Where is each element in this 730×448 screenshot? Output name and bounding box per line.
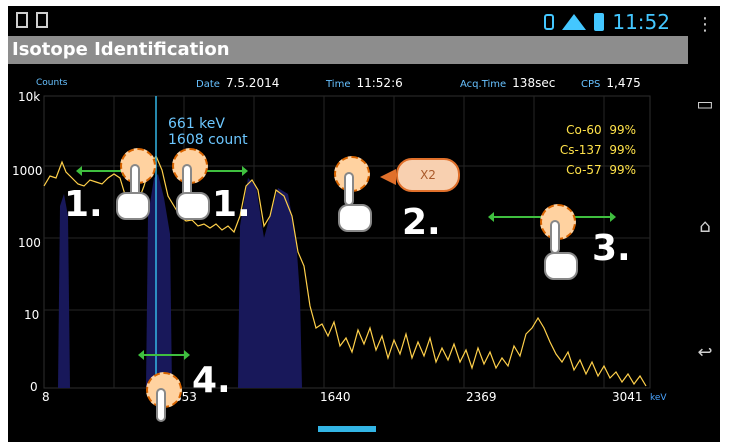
- recent-apps-icon[interactable]: ▭: [694, 94, 716, 116]
- bluetooth-icon: [544, 14, 555, 30]
- hand-icon-2: [338, 204, 372, 232]
- battery-icon: [594, 13, 605, 31]
- finger-icon-2: [344, 172, 354, 206]
- overflow-menu-icon[interactable]: ⋮: [694, 14, 716, 36]
- peak-energy-label: 661 keV: [168, 116, 225, 132]
- finger-icon-3: [550, 220, 560, 254]
- status-bar: 11:52: [8, 6, 688, 36]
- hand-icon-1b: [176, 192, 210, 220]
- x-tick-3041: 3041: [612, 390, 643, 404]
- wifi-icon: [562, 14, 587, 30]
- gesture-label-4: 4.: [192, 360, 231, 401]
- gesture-label-1a: 1.: [64, 184, 103, 225]
- gallery-icon: [36, 12, 48, 28]
- identified-item-co57: Co-57 99%: [566, 163, 636, 177]
- back-icon[interactable]: ↩: [694, 342, 716, 364]
- title-bar: Isotope Identification: [8, 36, 688, 64]
- scroll-indicator[interactable]: [318, 426, 376, 432]
- gesture-label-2: 2.: [402, 202, 441, 243]
- hand-icon-1a: [116, 192, 150, 220]
- home-icon[interactable]: ⌂: [694, 216, 716, 238]
- gesture-label-1b: 1.: [212, 184, 251, 225]
- swipe-left-arrow-1: [76, 166, 128, 176]
- peak-count-label: 1608 count: [168, 132, 248, 148]
- finger-icon-4: [156, 388, 166, 422]
- status-time: 11:52: [612, 10, 670, 34]
- status-left-icons: [16, 12, 48, 28]
- identified-item-cs137: Cs-137 99%: [559, 143, 636, 157]
- swipe-right-arrow-1: [198, 166, 248, 176]
- double-tap-bubble-tail: [380, 169, 396, 185]
- hand-icon-3: [544, 252, 578, 280]
- download-icon: [16, 12, 28, 28]
- identified-item-co60: Co-60 99%: [566, 123, 636, 137]
- nav-bar: ⋮ ▭ ⌂ ↩: [688, 6, 720, 442]
- x-tick-1640: 1640: [320, 390, 351, 404]
- x-axis-unit: keV: [650, 393, 667, 403]
- spectrum-chart[interactable]: Counts Date 7.5.2014 Time 11:52:6 Acq.Time…: [8, 66, 688, 442]
- x-tick-8: 8: [42, 390, 50, 404]
- gesture-label-3: 3.: [592, 228, 631, 269]
- page-title: Isotope Identification: [12, 39, 230, 60]
- double-tap-hint: X2: [396, 158, 460, 192]
- status-right-icons: 11:52: [544, 10, 670, 34]
- identified-list: Co-60 99% Cs-137 99% Co-57 99%: [560, 120, 636, 180]
- device-screen: 11:52 Isotope Identification ⋮ ▭ ⌂ ↩ Cou…: [8, 6, 720, 442]
- x-tick-2369: 2369: [466, 390, 497, 404]
- pan-arrow-4: [138, 350, 190, 360]
